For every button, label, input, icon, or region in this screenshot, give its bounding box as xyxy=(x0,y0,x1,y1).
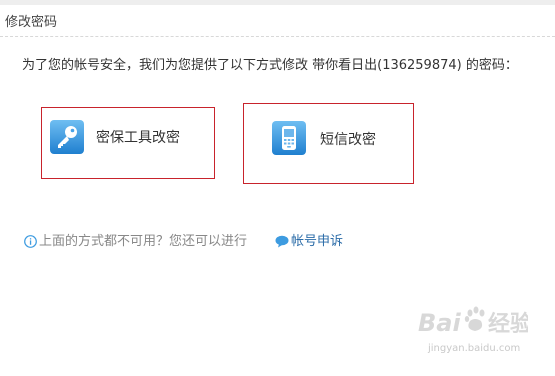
security-tool-option-label: 密保工具改密 xyxy=(96,130,180,146)
sms-option-label: 短信改密 xyxy=(320,132,376,148)
info-icon xyxy=(24,235,37,248)
svg-text:Bai: Bai xyxy=(418,309,461,337)
key-icon xyxy=(50,120,84,154)
security-tool-option[interactable]: 密保工具改密 xyxy=(41,107,215,179)
change-password-page: 修改密码 为了您的帐号安全，我们为您提供了以下方式修改 带你看日出(136259… xyxy=(0,0,555,376)
account-appeal-link[interactable]: 帐号申诉 xyxy=(291,233,343,251)
baidu-jingyan-watermark: Bai 经验 jingyan.baidu.com xyxy=(418,305,528,359)
watermark-url: jingyan.baidu.com xyxy=(428,343,521,354)
sms-option[interactable]: 短信改密 xyxy=(243,103,414,184)
intro-text: 为了您的帐号安全，我们为您提供了以下方式修改 带你看日出(136259874) … xyxy=(22,58,518,73)
svg-text:经验: 经验 xyxy=(488,311,528,337)
help-text: 上面的方式都不可用？您还可以进行 xyxy=(39,234,248,249)
mobile-phone-icon xyxy=(272,121,306,155)
top-divider xyxy=(0,0,555,5)
title-divider xyxy=(0,36,555,37)
speech-bubble-icon xyxy=(275,235,289,248)
page-title: 修改密码 xyxy=(5,15,58,30)
